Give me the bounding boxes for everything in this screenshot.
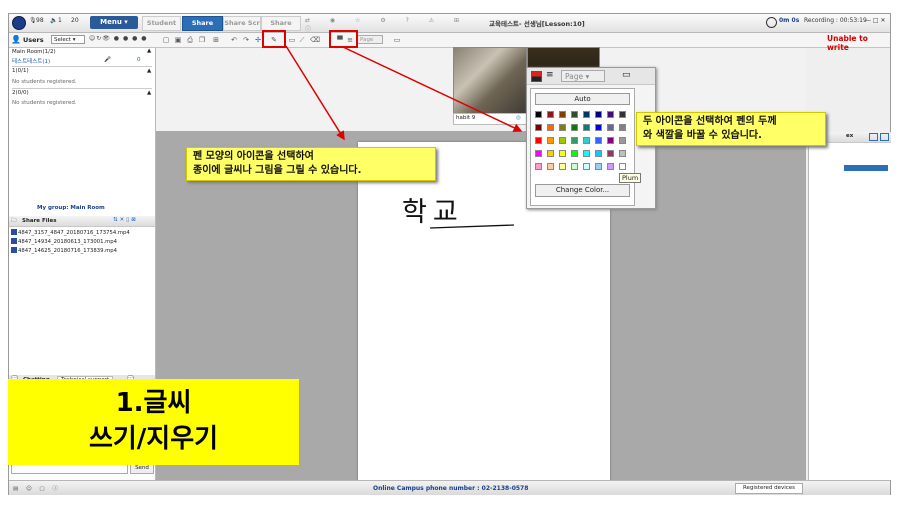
color-callout: 두 아이콘을 선택하여 펜의 두께 와 색깔을 바꿀 수 있습니다.: [636, 112, 826, 146]
pen-callout: 펜 모양의 아이콘을 선택하여 종이에 글씨나 그림을 그릴 수 있습니다.: [186, 147, 436, 181]
section-label-line1: 1.글씨: [115, 388, 192, 418]
section-label: 1.글씨 쓰기/지우기: [8, 379, 299, 465]
color-callout-line2: 와 색깔을 바꿀 수 있습니다.: [643, 130, 762, 141]
section-label-line2: 쓰기/지우기: [88, 424, 219, 454]
pen-callout-line2: 종이에 글씨나 그림을 그릴 수 있습니다.: [193, 165, 362, 176]
pen-callout-line1: 펜 모양의 아이콘을 선택하여: [193, 151, 314, 162]
color-callout-line1: 두 아이콘을 선택하여 펜의 두께: [643, 116, 777, 127]
